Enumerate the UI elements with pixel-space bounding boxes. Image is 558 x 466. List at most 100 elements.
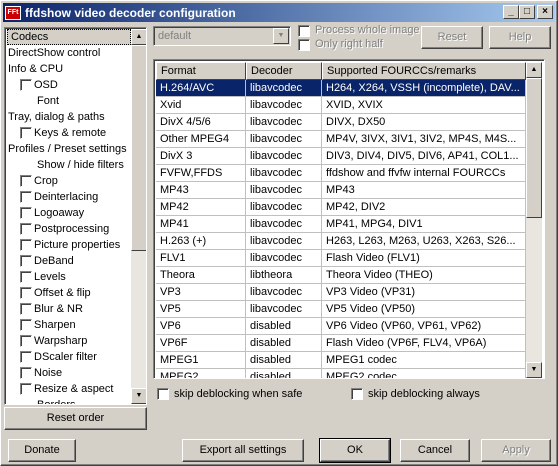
reset-order-button[interactable]: Reset order (4, 407, 147, 430)
scroll-down-arrow-icon[interactable]: ▼ (131, 388, 146, 404)
sidebar-item[interactable]: Warpsharp (34, 333, 87, 349)
sidebar-item-checkbox[interactable] (20, 351, 32, 363)
table-row[interactable]: H.263 (+) libavcodec H263, L263, M263, U26… (156, 233, 526, 250)
scroll-up-arrow-icon[interactable]: ▲ (526, 62, 542, 78)
table-row[interactable]: MPEG1 disabled MPEG1 codec (156, 352, 526, 369)
scroll-up-arrow-icon[interactable]: ▲ (131, 29, 146, 45)
table-row[interactable]: MP43 libavcodec MP43 (156, 182, 526, 199)
maximize-button[interactable]: □ (519, 5, 535, 19)
table-row[interactable]: MP42 libavcodec MP42, DIV2 (156, 199, 526, 216)
sidebar-item[interactable]: Keys & remote (34, 125, 106, 141)
sidebar-item-checkbox[interactable] (20, 319, 32, 331)
sidebar-item[interactable]: DScaler filter (34, 349, 97, 365)
title-bar[interactable]: FFt ffdshow video decoder configuration … (3, 3, 555, 22)
preset-combo[interactable]: default ▼ (153, 26, 291, 46)
export-all-settings-button[interactable]: Export all settings (182, 439, 304, 462)
sidebar-item[interactable]: Postprocessing (34, 221, 109, 237)
table-row[interactable]: H.264/AVC libavcodec H264, X264, VSSH (inc… (156, 80, 526, 97)
table-row[interactable]: VP5 libavcodec VP5 Video (VP50) (156, 301, 526, 318)
cell-decoder: libavcodec (246, 165, 322, 182)
chevron-down-icon[interactable]: ▼ (273, 28, 289, 44)
table-row[interactable]: VP6 disabled VP6 Video (VP60, VP61, VP62) (156, 318, 526, 335)
skip-deblock-always-checkbox[interactable] (351, 388, 363, 400)
skip-deblock-safe-checkbox[interactable] (157, 388, 169, 400)
codec-table[interactable]: MPEG2 disabled MPEG2 codec MPEG1 disabled MPE… (153, 59, 545, 379)
sidebar-item[interactable]: Sharpen (34, 317, 76, 333)
sidebar-item-checkbox[interactable] (20, 287, 32, 299)
sidebar-item-checkbox[interactable] (20, 383, 32, 395)
sidebar-item-checkbox[interactable] (20, 207, 32, 219)
table-row[interactable]: VP6F disabled Flash Video (VP6F, FLV4, VP6… (156, 335, 526, 352)
reset-button[interactable]: Reset (421, 26, 483, 49)
table-row[interactable]: DivX 3 libavcodec DIV3, DIV4, DIV5, DIV6, … (156, 148, 526, 165)
table-row[interactable]: VP3 libavcodec VP3 Video (VP31) (156, 284, 526, 301)
sidebar-item[interactable]: Blur & NR (34, 301, 83, 317)
scroll-thumb[interactable] (131, 45, 146, 251)
process-whole-image-checkbox[interactable] (298, 25, 310, 37)
sidebar-item[interactable]: Borders (37, 397, 76, 404)
sidebar-item[interactable]: Info & CPU (8, 61, 63, 77)
sidebar-item-checkbox[interactable] (20, 175, 32, 187)
sidebar-item-checkbox[interactable] (20, 191, 32, 203)
sidebar-item[interactable]: Resize & aspect (34, 381, 113, 397)
sidebar-item[interactable]: Show / hide filters (37, 157, 124, 173)
ok-button[interactable]: OK (319, 438, 391, 463)
sidebar-item[interactable]: Noise (34, 365, 62, 381)
sidebar-item-checkbox[interactable] (20, 239, 32, 251)
table-row[interactable]: Xvid libavcodec XVID, XVIX (156, 97, 526, 114)
sidebar-item-checkbox[interactable] (20, 255, 32, 267)
table-row[interactable]: Other MPEG4 libavcodec MP4V, 3IVX, 3IV1, 3… (156, 131, 526, 148)
minimize-button[interactable]: _ (503, 5, 519, 19)
settings-page-list[interactable]: Borders Resize & aspect Noise DScaler filte… (4, 27, 147, 405)
sidebar-item[interactable]: Tray, dialog & paths (8, 109, 105, 125)
sidebar-item[interactable]: Profiles / Preset settings (8, 141, 127, 157)
sidebar-item-checkbox[interactable] (20, 223, 32, 235)
table-row[interactable]: FLV1 libavcodec Flash Video (FLV1) (156, 250, 526, 267)
cell-fourcc: MPEG1 codec (322, 352, 526, 369)
scroll-thumb[interactable] (526, 78, 542, 218)
cell-fourcc: MP43 (322, 182, 526, 199)
sidebar-scrollbar[interactable]: ▲ ▼ (131, 29, 146, 404)
sidebar-item[interactable]: DirectShow control (8, 45, 100, 61)
column-header-format[interactable]: Format (156, 62, 246, 80)
sidebar-item[interactable]: Offset & flip (34, 285, 91, 301)
sidebar-item[interactable]: Levels (34, 269, 66, 285)
table-row[interactable]: Theora libtheora Theora Video (THEO) (156, 267, 526, 284)
sidebar-item[interactable]: Codecs (7, 29, 131, 45)
sidebar-item[interactable]: Logoaway (34, 205, 84, 221)
sidebar-item[interactable]: Picture properties (34, 237, 120, 253)
sidebar-item-checkbox[interactable] (20, 79, 32, 91)
sidebar-item-checkbox[interactable] (20, 303, 32, 315)
column-header-fourcc[interactable]: Supported FOURCCs/remarks (322, 62, 526, 80)
sidebar-item[interactable]: DeBand (34, 253, 74, 269)
cell-format: Theora (156, 267, 246, 284)
cell-fourcc: Flash Video (FLV1) (322, 250, 526, 267)
help-button[interactable]: Help (489, 26, 551, 49)
row-divider (156, 181, 526, 182)
close-button[interactable]: × (537, 5, 553, 19)
ffdshow-app-icon[interactable]: FFt (5, 5, 21, 20)
sidebar-item-checkbox[interactable] (20, 335, 32, 347)
cell-decoder: disabled (246, 318, 322, 335)
table-scrollbar[interactable]: ▲ ▼ (526, 62, 542, 378)
table-row[interactable]: FVFW,FFDS libavcodec ffdshow and ffvfw int… (156, 165, 526, 182)
sidebar-item[interactable]: Deinterlacing (34, 189, 98, 205)
row-divider (156, 198, 526, 199)
sidebar-item[interactable]: Font (37, 93, 59, 109)
sidebar-item-checkbox[interactable] (20, 127, 32, 139)
scroll-down-arrow-icon[interactable]: ▼ (526, 362, 542, 378)
cell-decoder: libavcodec (246, 216, 322, 233)
table-row[interactable]: MPEG2 disabled MPEG2 codec (156, 369, 526, 378)
donate-button[interactable]: Donate (8, 439, 76, 462)
sidebar-item[interactable]: Crop (34, 173, 58, 189)
cancel-button[interactable]: Cancel (400, 439, 470, 462)
sidebar-item-checkbox[interactable] (20, 271, 32, 283)
apply-button[interactable]: Apply (481, 439, 551, 462)
table-row[interactable]: DivX 4/5/6 libavcodec DIVX, DX50 (156, 114, 526, 131)
cell-format: MPEG1 (156, 352, 246, 369)
column-header-decoder[interactable]: Decoder (246, 62, 322, 80)
table-row[interactable]: MP41 libavcodec MP41, MPG4, DIV1 (156, 216, 526, 233)
sidebar-item[interactable]: OSD (34, 77, 58, 93)
only-right-half-checkbox[interactable] (298, 39, 310, 51)
sidebar-item-checkbox[interactable] (20, 367, 32, 379)
